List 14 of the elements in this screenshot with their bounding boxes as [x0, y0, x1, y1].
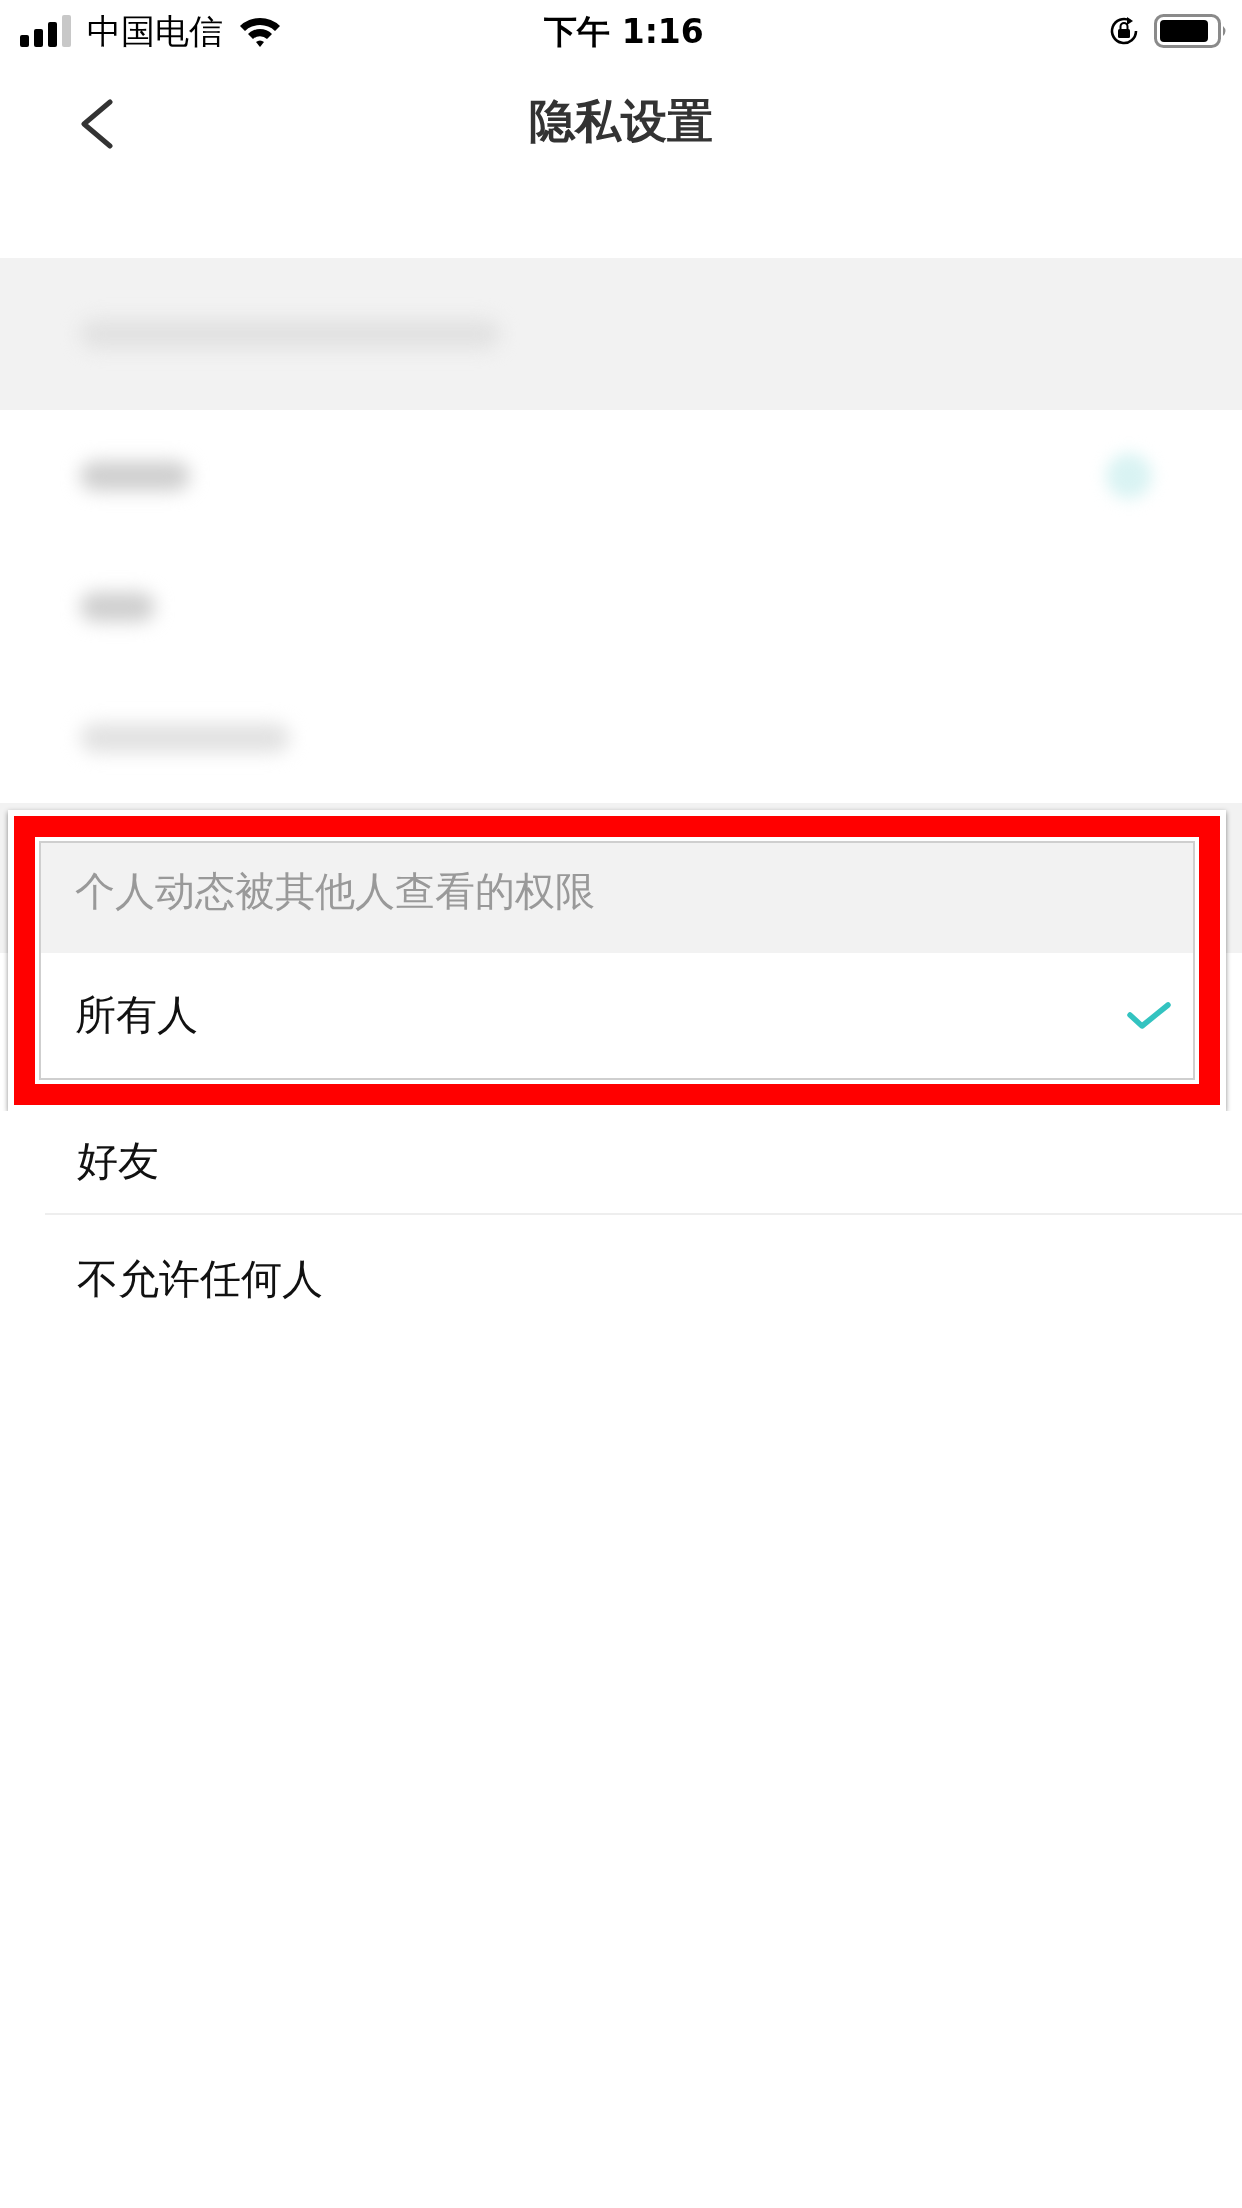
option-label: 好友 [77, 1137, 159, 1187]
signal-icon [20, 15, 72, 47]
back-icon [79, 99, 113, 149]
option-label: 不允许任何人 [77, 1255, 323, 1305]
battery-icon [1154, 14, 1228, 48]
blurred-dot-icon [1106, 452, 1152, 499]
option-label: 所有人 [75, 990, 198, 1041]
rotation-lock-icon [1108, 15, 1140, 47]
status-time: 下午 1:16 [544, 14, 704, 48]
carrier-name: 中国电信 [87, 14, 223, 48]
wifi-icon [238, 15, 282, 47]
check-icon [1127, 1001, 1171, 1030]
section-header: 个人动态被其他人查看的权限 [41, 843, 1193, 953]
page-title: 隐私设置 [529, 94, 713, 150]
